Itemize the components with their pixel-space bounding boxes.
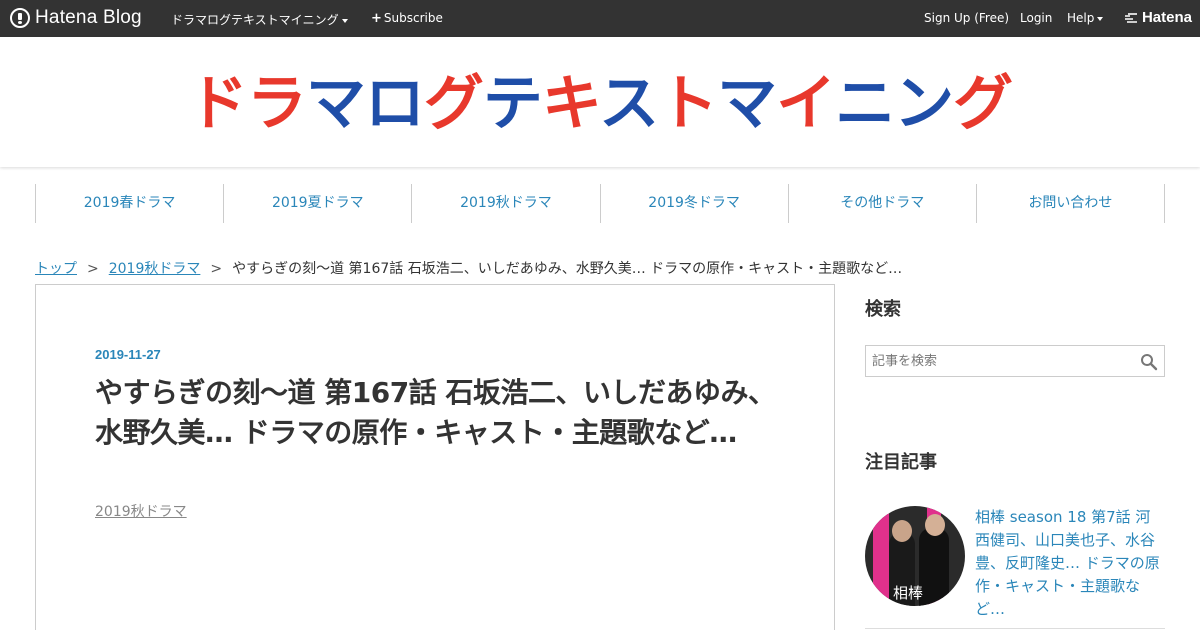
subscribe-button[interactable]: + Subscribe <box>371 11 443 26</box>
category-link-spring[interactable]: 2019春ドラマ <box>36 184 225 223</box>
category-nav: 2019春ドラマ 2019夏ドラマ 2019秋ドラマ 2019冬ドラマ その他ド… <box>35 184 1166 223</box>
search-heading: 検索 <box>865 299 901 320</box>
hatena-logo[interactable]: Hatena <box>1124 9 1192 26</box>
title-part: ス <box>599 69 659 139</box>
title-part: ロ <box>364 69 425 139</box>
subscribe-label: Subscribe <box>383 11 443 25</box>
blog-title[interactable]: ドラマログテキストマイニング <box>0 65 1200 143</box>
title-part: ト <box>658 69 718 139</box>
hatena-mark-icon <box>1124 12 1137 23</box>
brand-text: Hatena Blog <box>35 7 142 28</box>
title-part: ン <box>894 69 954 139</box>
search-icon[interactable] <box>1140 353 1158 371</box>
thumb-stripe <box>873 506 889 606</box>
thumb-text: 相棒 <box>893 584 924 602</box>
featured-heading: 注目記事 <box>865 452 937 473</box>
title-part: マ <box>305 69 366 139</box>
plus-icon: + <box>371 11 382 26</box>
search-input[interactable] <box>866 346 1134 376</box>
chevron-down-icon <box>1097 16 1104 21</box>
blog-menu-label: ドラマログテキストマイニング <box>171 13 339 27</box>
chevron-down-icon <box>341 18 348 23</box>
title-part: グ <box>953 69 1013 139</box>
title-part: イ <box>776 69 836 139</box>
blog-header: ドラマログテキストマイニング <box>0 37 1200 167</box>
breadcrumb-separator: > <box>87 261 99 277</box>
breadcrumb-current: やすらぎの刻～道 第167話 石坂浩二、いしだあゆみ、水野久美… ドラマの原作・… <box>232 261 903 277</box>
category-link-summer[interactable]: 2019夏ドラマ <box>224 184 413 223</box>
featured-article-link[interactable]: 相棒 season 18 第7話 河西健司、山口美也子、水谷豊、反町隆史… ドラ… <box>975 506 1165 621</box>
login-link[interactable]: Login <box>1020 11 1052 25</box>
thumb-figure-head <box>892 520 912 542</box>
breadcrumb: トップ >2019秋ドラマ > やすらぎの刻～道 第167話 石坂浩二、いしだあゆみ、… <box>35 258 902 278</box>
thumb-figure <box>919 528 949 606</box>
blog-menu[interactable]: ドラマログテキストマイニング <box>171 11 348 28</box>
breadcrumb-separator: > <box>210 261 223 277</box>
help-label: Help <box>1067 11 1095 25</box>
article-card: 2019-11-27 やすらぎの刻～道 第167話 石坂浩二、いしだあゆみ、水野… <box>35 284 835 630</box>
article-category[interactable]: 2019秋ドラマ <box>95 501 187 521</box>
title-part: キ <box>541 69 600 139</box>
contact-link[interactable]: お問い合わせ <box>977 184 1166 223</box>
category-link-other[interactable]: その他ドラマ <box>789 184 977 223</box>
title-part: ニ <box>835 69 895 139</box>
category-link-autumn[interactable]: 2019秋ドラマ <box>412 184 601 223</box>
hatena-blog-icon <box>10 8 30 28</box>
category-link-winter[interactable]: 2019冬ドラマ <box>601 184 789 223</box>
article-title[interactable]: やすらぎの刻～道 第167話 石坂浩二、いしだあゆみ、水野久美… ドラマの原作・… <box>95 373 785 453</box>
breadcrumb-home[interactable]: トップ <box>35 261 77 277</box>
hatena-topbar: Hatena Blog ドラマログテキストマイニング + Subscribe Si… <box>0 0 1200 37</box>
title-part: ドラ <box>187 69 307 139</box>
title-part: グ <box>423 69 484 139</box>
title-part: テ <box>482 69 543 139</box>
help-menu[interactable]: Help <box>1067 11 1104 25</box>
hatena-blog-brand[interactable]: Hatena Blog <box>10 7 142 29</box>
signup-link[interactable]: Sign Up (Free) <box>924 11 1009 25</box>
divider <box>865 628 1165 629</box>
article-date[interactable]: 2019-11-27 <box>95 347 161 362</box>
thumb-figure-head <box>925 514 945 536</box>
search-box <box>865 345 1165 377</box>
featured-thumbnail[interactable]: 相棒 <box>865 506 965 606</box>
title-part: マ <box>717 69 777 139</box>
hatena-label: Hatena <box>1141 9 1192 26</box>
breadcrumb-category[interactable]: 2019秋ドラマ <box>109 261 201 277</box>
